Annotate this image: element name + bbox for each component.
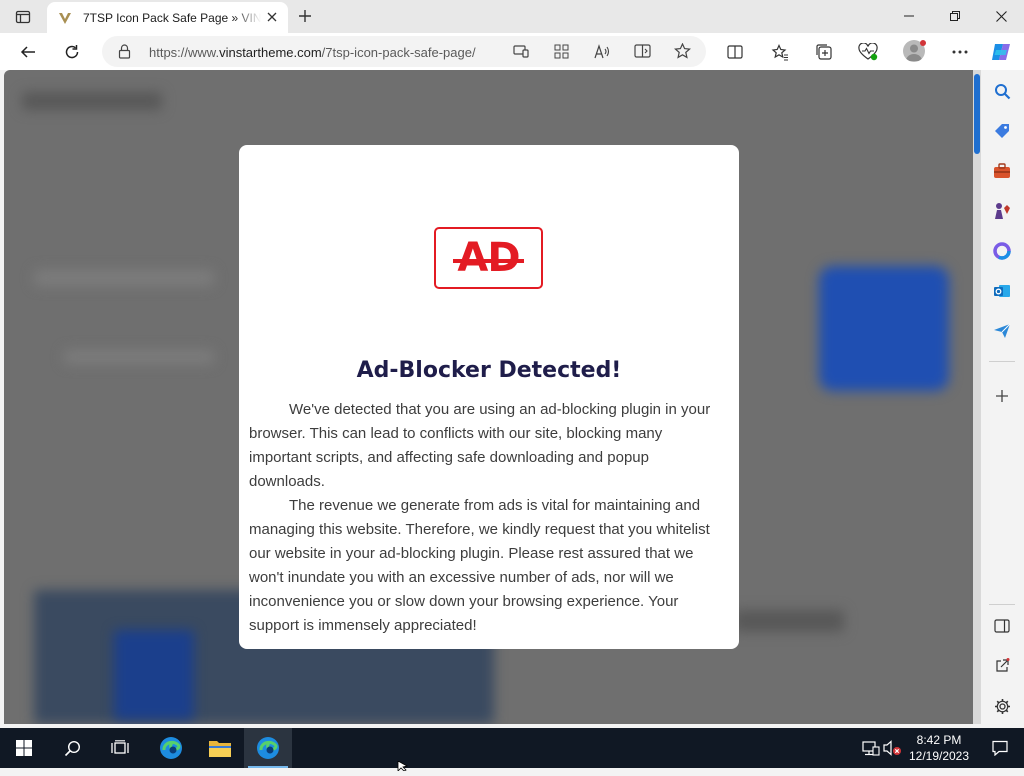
games-icon[interactable] [991,200,1013,222]
taskbar-search-icon[interactable] [48,728,96,768]
external-link-icon[interactable] [991,655,1013,677]
read-aloud-icon[interactable] [594,44,610,64]
page-scrollbar[interactable] [973,70,981,724]
copilot-icon[interactable] [990,41,1012,63]
restore-button[interactable] [932,0,978,32]
edge-sidebar [981,70,1024,728]
outlook-icon[interactable] [991,280,1013,302]
ad-blocker-modal: AD Ad-Blocker Detected! We've detected t… [239,145,739,649]
address-bar[interactable]: https://www.vinstartheme.com/7tsp-icon-p… [102,36,706,67]
search-icon[interactable] [991,80,1013,102]
close-icon[interactable] [264,9,280,25]
title-bar: 7TSP Icon Pack Safe Page » VINSTARTHEME [0,0,1024,33]
shopping-tag-icon[interactable] [991,120,1013,142]
app-available-icon[interactable] [513,44,529,63]
drop-send-icon[interactable] [991,320,1013,342]
taskbar-clock[interactable]: 8:42 PM 12/19/2023 [906,732,972,764]
browser-essentials-icon[interactable] [857,41,879,63]
hide-sidebar-icon[interactable] [991,615,1013,637]
modal-title: Ad-Blocker Detected! [356,358,622,383]
profile-notification-dot [920,40,926,46]
scrollbar-thumb[interactable] [974,74,980,154]
blurred-text [34,270,214,286]
minimize-button[interactable] [886,0,932,32]
modal-paragraph-2: The revenue we generate from ads is vita… [249,497,710,634]
task-view-icon[interactable] [96,728,144,768]
vinstartheme-favicon [57,10,73,26]
browser-toolbar: https://www.vinstartheme.com/7tsp-icon-p… [0,33,1024,70]
url-host: vinstartheme.com [219,45,322,60]
blurred-text [734,610,844,632]
tab-actions-icon[interactable] [12,7,34,27]
tab-title: 7TSP Icon Pack Safe Page » VINSTARTHEME [83,10,261,25]
url-prefix: https://www. [149,45,220,60]
volume-muted-icon[interactable] [882,728,904,768]
network-icon[interactable] [860,728,882,768]
more-options-icon[interactable] [949,41,971,63]
close-window-button[interactable] [978,0,1024,32]
edge-active-taskbar-icon[interactable] [244,728,292,768]
new-tab-button[interactable] [295,6,315,26]
apps-grid-icon[interactable] [554,44,569,64]
sidebar-divider [989,604,1015,605]
immersive-reader-icon[interactable] [634,43,651,64]
ad-logo-strike [453,259,524,263]
add-icon[interactable] [991,385,1013,407]
favorites-icon[interactable] [769,41,791,63]
microsoft-365-icon[interactable] [991,240,1013,262]
mouse-cursor [397,758,409,772]
favorite-star-icon[interactable] [673,42,692,64]
tools-icon[interactable] [991,160,1013,182]
blurred-logo [22,92,162,110]
file-explorer-icon[interactable] [196,728,244,768]
collections-icon[interactable] [813,41,835,63]
sidebar-divider [989,361,1015,362]
ad-logo-text: AD [457,235,520,281]
clock-time: 8:42 PM [916,733,962,747]
modal-body: We've detected that you are using an ad-… [249,398,719,638]
split-screen-icon[interactable] [724,41,746,63]
blurred-text [64,350,214,364]
blurred-app-icon [819,266,949,391]
start-windows-icon[interactable] [0,728,48,768]
browser-tab[interactable]: 7TSP Icon Pack Safe Page » VINSTARTHEME [47,2,288,33]
notifications-icon[interactable] [976,728,1024,768]
ad-blocked-logo: AD [434,227,543,289]
lock-icon[interactable] [118,44,131,64]
windows-taskbar: 8:42 PM 12/19/2023 [0,728,1024,768]
refresh-icon[interactable] [61,41,83,63]
clock-date: 12/19/2023 [908,749,970,763]
back-arrow-icon[interactable] [17,41,39,63]
url-text[interactable]: https://www.vinstartheme.com/7tsp-icon-p… [149,45,501,60]
blurred-screenshot [114,630,194,720]
settings-gear-icon[interactable] [991,695,1013,717]
url-path: /7tsp-icon-pack-safe-page/ [321,45,476,60]
modal-paragraph-1: We've detected that you are using an ad-… [249,401,711,490]
edge-taskbar-icon[interactable] [147,728,195,768]
